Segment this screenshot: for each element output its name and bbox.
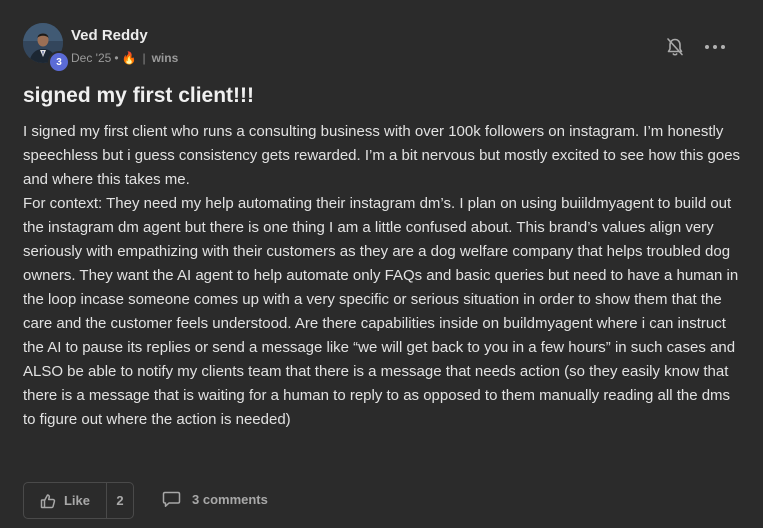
- thumbs-up-icon: [40, 493, 56, 508]
- comment-icon: [162, 491, 181, 507]
- fire-icon: 🔥: [121, 51, 137, 65]
- more-options-button[interactable]: [705, 38, 725, 56]
- category-link[interactable]: wins: [152, 51, 179, 65]
- post-body: I signed my first client who runs a cons…: [23, 120, 743, 432]
- comments-label: 3 comments: [192, 492, 268, 507]
- post-paragraph: For context: They need my help automatin…: [23, 195, 739, 428]
- more-horizontal-icon: [705, 45, 709, 49]
- like-button[interactable]: Like: [24, 483, 107, 518]
- post-paragraph: I signed my first client who runs a cons…: [23, 123, 741, 188]
- comments-button[interactable]: 3 comments: [162, 491, 268, 508]
- like-control: Like 2: [23, 482, 134, 519]
- meta-pipe: |: [142, 51, 146, 65]
- like-count[interactable]: 2: [107, 483, 133, 518]
- post-date[interactable]: Dec '25: [71, 51, 111, 65]
- post-meta: Dec '25 • 🔥 | wins: [71, 51, 178, 65]
- author-name[interactable]: Ved Reddy: [71, 27, 148, 44]
- level-badge: 3: [48, 51, 70, 73]
- post-card: 3 Ved Reddy Dec '25 • 🔥 | wins signed my…: [0, 0, 763, 528]
- post-title: signed my first client!!!: [23, 84, 255, 107]
- bell-off-icon[interactable]: [666, 37, 684, 57]
- meta-separator: •: [114, 51, 119, 65]
- like-label: Like: [63, 493, 90, 508]
